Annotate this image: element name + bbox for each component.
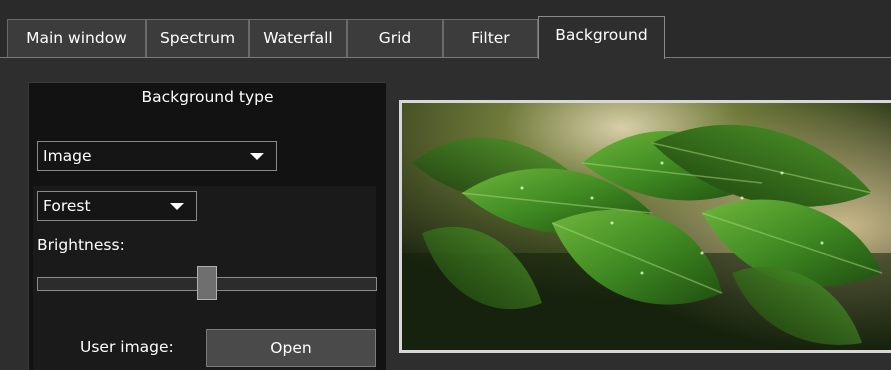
forest-leaves-picture bbox=[402, 103, 891, 350]
tab-spectrum[interactable]: Spectrum bbox=[146, 19, 249, 58]
tab-bar: Main window Spectrum Waterfall Grid Filt… bbox=[0, 0, 891, 59]
background-type-value: Image bbox=[43, 147, 92, 165]
background-type-title: Background type bbox=[141, 88, 274, 106]
background-preview-image bbox=[402, 103, 891, 350]
tab-filter[interactable]: Filter bbox=[443, 19, 538, 58]
image-preset-value: Forest bbox=[43, 197, 91, 215]
chevron-down-icon bbox=[170, 203, 184, 210]
image-preset-select[interactable]: Forest bbox=[37, 191, 197, 221]
tab-background[interactable]: Background bbox=[538, 16, 665, 59]
tab-waterfall[interactable]: Waterfall bbox=[249, 19, 347, 58]
brightness-label: Brightness: bbox=[37, 236, 125, 254]
open-button[interactable]: Open bbox=[206, 329, 376, 367]
user-image-label: User image: bbox=[80, 338, 174, 356]
tab-grid[interactable]: Grid bbox=[347, 19, 443, 58]
chevron-down-icon bbox=[250, 153, 264, 160]
background-type-select[interactable]: Image bbox=[37, 141, 277, 171]
brightness-slider-handle[interactable] bbox=[197, 266, 217, 300]
tab-main-window[interactable]: Main window bbox=[7, 19, 146, 58]
